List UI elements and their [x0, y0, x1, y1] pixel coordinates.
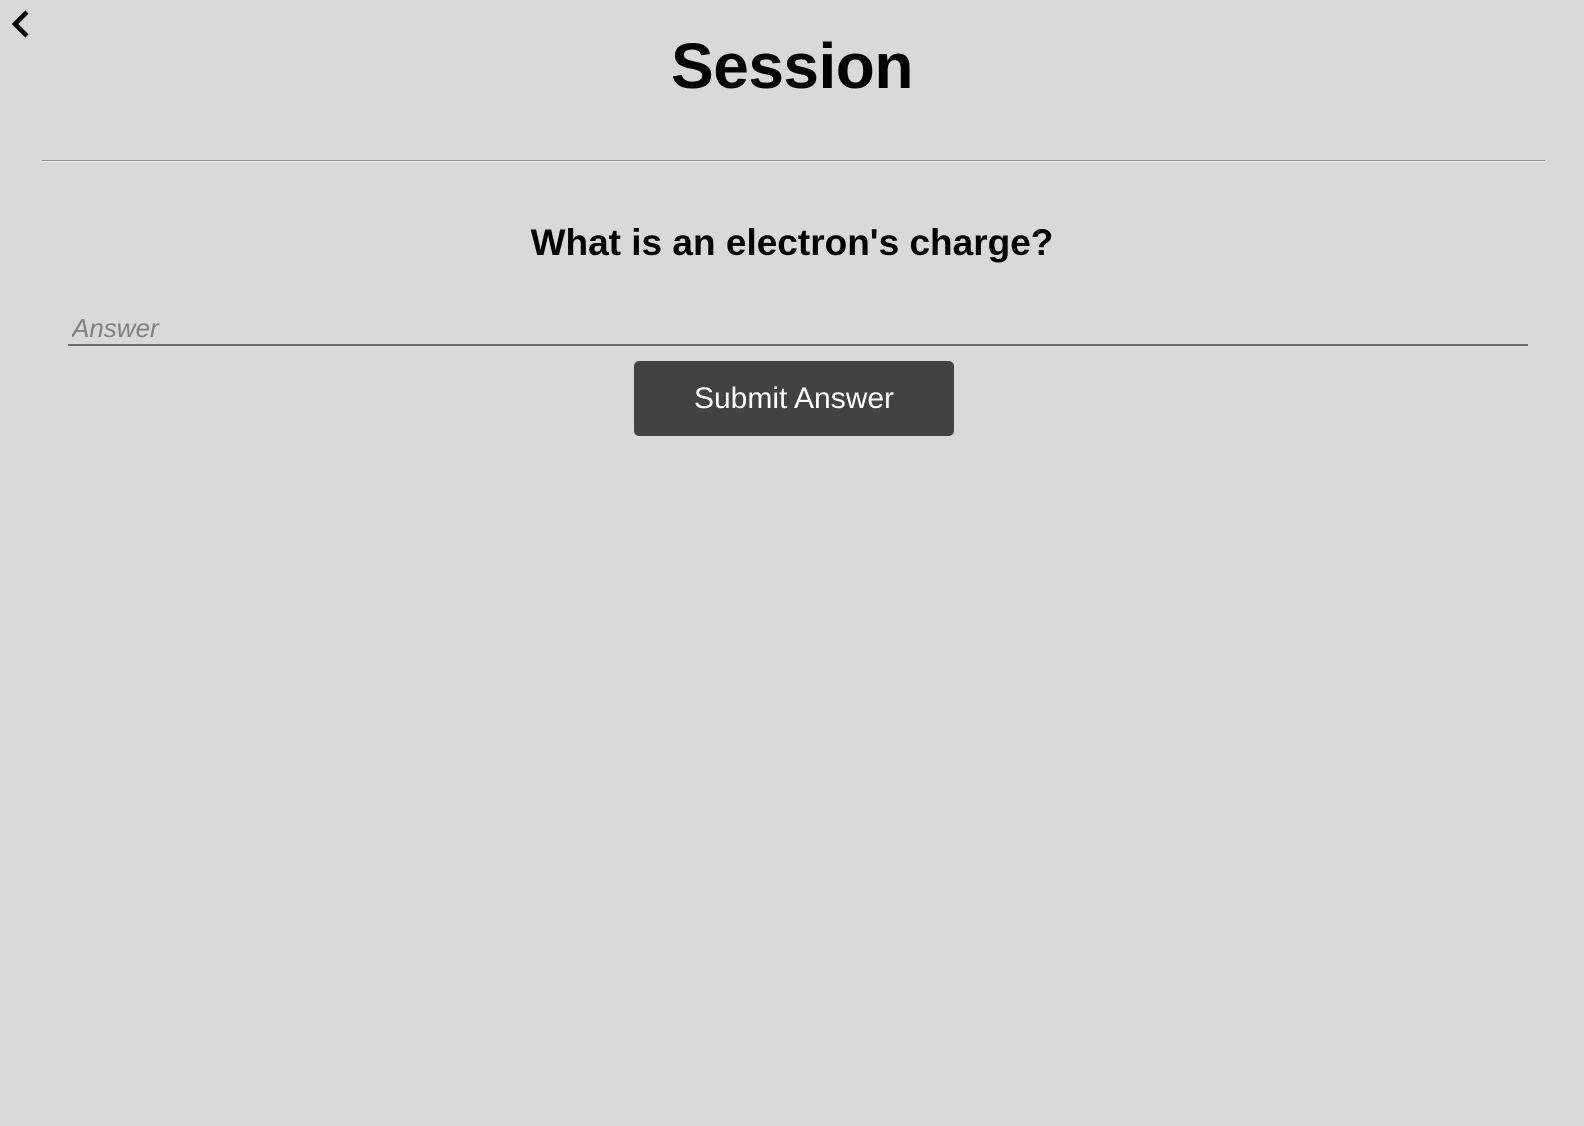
question-text: What is an electron's charge? [530, 222, 1054, 263]
page-title: Session [671, 30, 913, 102]
header-divider [42, 160, 1545, 162]
session-page: Session What is an electron's charge? Su… [0, 0, 1584, 1126]
submit-answer-button[interactable]: Submit Answer [634, 361, 954, 436]
answer-input[interactable] [68, 312, 1528, 346]
